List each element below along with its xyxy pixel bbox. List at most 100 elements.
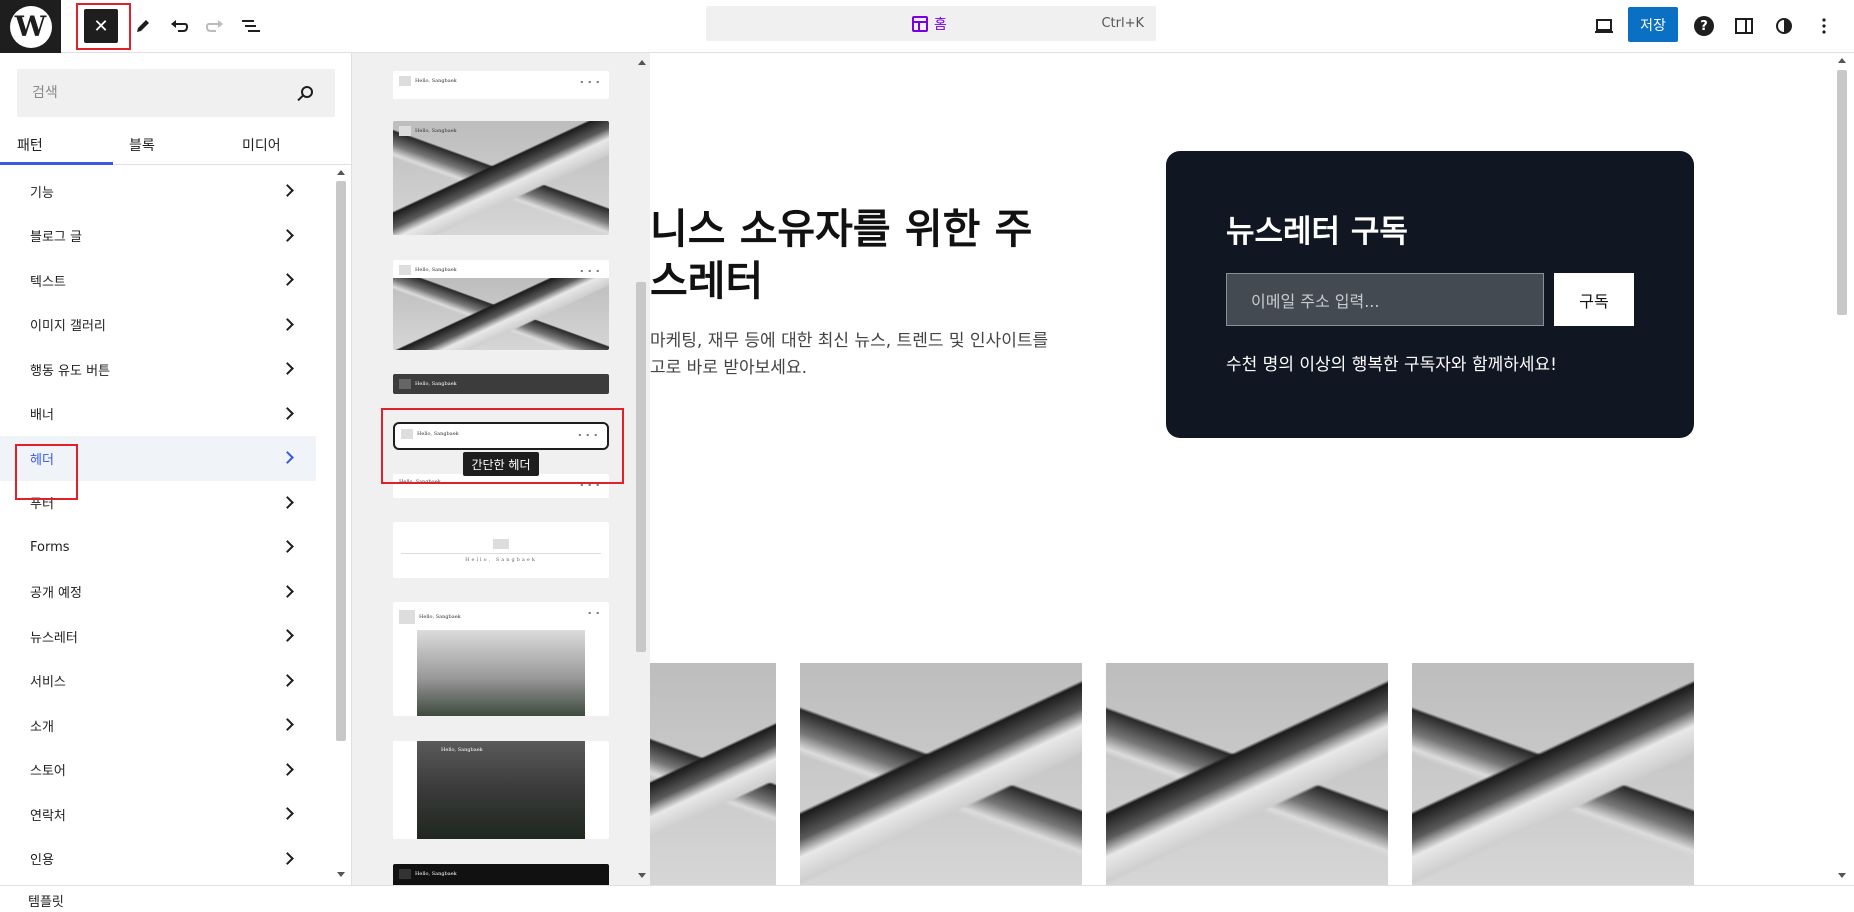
chevron-right-icon [281,495,294,509]
gallery-image[interactable] [800,663,1082,885]
category-label: 블로그 글 [30,230,82,246]
canvas-scrollbar[interactable] [1837,70,1847,315]
styles-button[interactable] [1769,11,1799,41]
pattern-preview[interactable]: Hello, Sangbaek ▪ ▪ ▪ [393,71,609,99]
scroll-up-arrow-icon[interactable] [1838,58,1846,63]
scroll-down-arrow-icon[interactable] [1838,873,1846,878]
help-button[interactable]: ? [1689,11,1719,41]
category-item[interactable]: 블로그 글 [0,214,316,259]
document-title-label: 홈 [934,17,947,33]
sidebar-scrollbar[interactable] [336,181,346,741]
category-item[interactable]: 텍스트 [0,258,316,303]
command-palette-bar[interactable]: 홈 Ctrl+K [706,6,1156,41]
chevron-right-icon [281,762,294,776]
pattern-nav-icon: ▪ ▪ [588,610,601,615]
save-button[interactable]: 저장 [1628,7,1678,42]
pattern-preview[interactable]: Hello, Sangbaek [393,522,609,578]
newsletter-title: 뉴스레터 구독 [1226,214,1408,250]
category-item[interactable]: 뉴스레터 [0,614,316,659]
command-shortcut: Ctrl+K [1101,16,1144,31]
category-item[interactable]: 공개 예정 [0,570,316,615]
pattern-preview[interactable]: Hello, Sangbaek ▪ ▪ [393,602,609,716]
scroll-up-arrow-icon[interactable] [638,60,646,65]
help-icon: ? [1694,16,1714,36]
pattern-site-title: Hello, Sangbaek [399,869,457,879]
sidebar-icon [1735,18,1753,34]
category-item[interactable]: 행동 유도 버튼 [0,347,316,392]
pattern-preview[interactable]: Hello, Sangbaek [393,741,609,839]
inserter-tabs: 패턴 블록 미디어 [0,125,352,165]
highlight-box [15,444,78,500]
pattern-preview[interactable]: Hello, Sangbaek [393,864,609,885]
forest-fog-image [417,741,585,839]
hero-heading[interactable]: 니스 소유자를 위한 주 스레터 [650,203,1032,307]
chevron-right-icon [281,673,294,687]
preview-device-button[interactable] [1589,11,1619,41]
pattern-site-name: Hello, Sangbaek [415,871,457,877]
tab-patterns[interactable]: 패턴 [0,125,113,165]
pencil-icon [137,20,149,32]
gallery-image[interactable] [650,663,776,885]
gallery-image[interactable] [1106,663,1388,885]
pattern-site-name: Hello, Sangbaek [415,128,457,134]
wordpress-icon: W [9,5,52,48]
category-label: 서비스 [30,675,66,691]
category-item[interactable]: 배너 [0,392,316,437]
gallery-image[interactable] [1412,663,1694,885]
tab-blocks[interactable]: 블록 [129,125,155,165]
subscribe-button[interactable]: 구독 [1554,273,1634,326]
options-button[interactable] [1809,11,1839,41]
mountain-image [393,278,609,350]
pattern-preview[interactable]: Hello, Sangbaek [393,374,609,394]
settings-sidebar-button[interactable] [1729,11,1759,41]
pattern-site-title: Hello, Sangbaek [399,76,457,86]
logo-placeholder [399,265,411,275]
search-input[interactable] [17,69,287,117]
scroll-down-arrow-icon[interactable] [337,872,345,877]
undo-button[interactable] [164,11,194,41]
category-label: 소개 [30,719,54,735]
mountain-image [650,663,776,885]
pattern-preview[interactable]: Hello, Sangbaek [393,121,609,235]
category-item[interactable]: 서비스 [0,659,316,704]
mountain-image [1106,663,1388,885]
category-item[interactable]: 소개 [0,703,316,748]
tab-media[interactable]: 미디어 [242,125,281,165]
logo-placeholder [399,76,411,86]
pattern-site-name: Hello, Sangbaek [441,747,483,753]
pattern-nav-icon: ▪ ▪ ▪ [580,79,601,84]
patterns-scrollbar[interactable] [636,282,646,652]
newsletter-card[interactable]: 뉴스레터 구독 이메일 주소 입력... 구독 수천 명의 이상의 행복한 구독… [1166,151,1694,438]
logo-placeholder [493,539,509,549]
top-toolbar: W ✕ 홈 Ctrl+K 저장 ? [0,0,1854,53]
category-item[interactable]: 스토어 [0,748,316,793]
pattern-site-name: Hello, Sangbaek [415,78,457,84]
search-icon[interactable] [301,86,313,98]
footer-breadcrumb[interactable]: 템플릿 [28,891,64,910]
mountain-image [1412,663,1694,885]
category-item[interactable]: 연락처 [0,792,316,837]
undo-icon [171,20,189,32]
category-item[interactable]: 이미지 갤러리 [0,303,316,348]
site-editor: W ✕ 홈 Ctrl+K 저장 ? 검색 패턴 블록 미디어 기능 블로그 글 … [0,0,1854,912]
editor-canvas[interactable]: 니스 소유자를 위한 주 스레터 마케팅, 재무 등에 대한 최신 뉴스, 트렌… [650,53,1840,885]
category-label: 텍스트 [30,274,66,290]
category-item[interactable]: 인용 [0,837,316,882]
email-input[interactable]: 이메일 주소 입력... [1226,273,1544,326]
template-icon [912,16,928,32]
hero-description[interactable]: 마케팅, 재무 등에 대한 최신 뉴스, 트렌드 및 인사이트를 고로 바로 받… [650,328,1048,382]
category-label: 공개 예정 [30,586,82,602]
scroll-up-arrow-icon[interactable] [337,170,345,175]
edit-tool-button[interactable] [128,11,158,41]
mountain-image [393,121,609,235]
pattern-preview[interactable]: Hello, Sangbaek ▪ ▪ ▪ [393,260,609,350]
document-overview-button[interactable] [236,11,266,41]
category-item[interactable]: 기능 [0,169,316,214]
chevron-right-icon [281,851,294,865]
chevron-right-icon [281,540,294,553]
more-vertical-icon [1822,18,1826,34]
wordpress-logo[interactable]: W [0,0,61,53]
redo-button[interactable] [200,11,230,41]
scroll-down-arrow-icon[interactable] [638,873,646,878]
category-item[interactable]: Forms [0,525,316,570]
